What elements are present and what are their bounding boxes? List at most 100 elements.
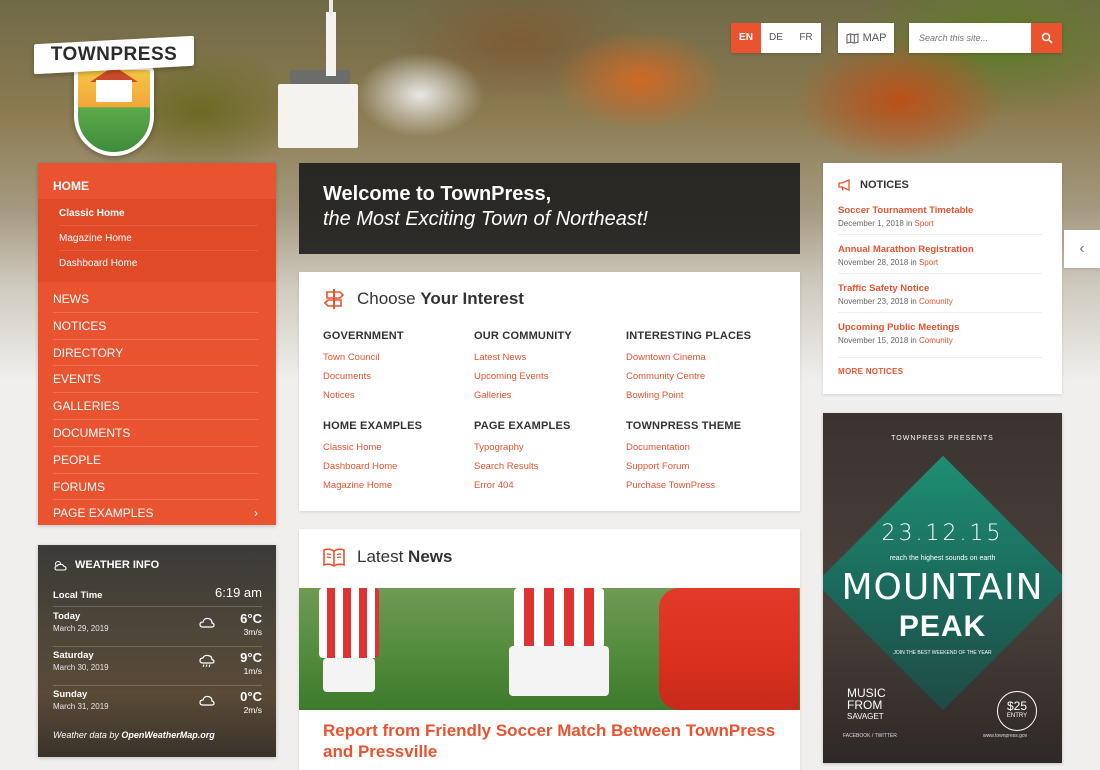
search-input[interactable] — [909, 23, 1031, 53]
weather-local-row: Local Time 6:19 am — [53, 585, 262, 607]
nav-item-galleries[interactable]: GALLERIES — [53, 393, 258, 420]
site-logo[interactable]: TOWNPRESS — [34, 22, 194, 156]
lang-de-button[interactable]: DE — [761, 23, 791, 53]
interest-link[interactable]: Town Council — [323, 348, 473, 367]
weather-day-row: Today March 29, 2019 6°C 3m/s — [53, 611, 262, 647]
nav-item-documents[interactable]: DOCUMENTS — [53, 420, 258, 447]
interest-link[interactable]: Classic Home — [323, 438, 473, 457]
news-heading: Latest News — [323, 547, 452, 567]
map-button[interactable]: MAP — [838, 23, 894, 53]
nav-item-home[interactable]: HOME — [38, 163, 276, 199]
interest-link[interactable]: Notices — [323, 386, 473, 405]
column-title: GOVERNMENT — [323, 330, 404, 342]
weather-temp: 0°C — [240, 689, 262, 704]
notice-title[interactable]: Upcoming Public Meetings — [838, 322, 1042, 333]
player-shorts — [509, 646, 609, 696]
notice-title[interactable]: Traffic Safety Notice — [838, 283, 1042, 294]
nav-item-events[interactable]: EVENTS — [53, 366, 258, 394]
language-switcher: EN DE FR — [731, 23, 821, 53]
weather-date: March 31, 2019 — [53, 702, 109, 711]
nav-item-directory[interactable]: DIRECTORY — [53, 340, 258, 367]
notice-category-link[interactable]: Sport — [919, 258, 938, 267]
main-navigation: HOME Classic Home Magazine Home Dashboar… — [38, 163, 276, 525]
event-poster[interactable]: TOWNPRESS PRESENTS 23.12.15 reach the hi… — [823, 413, 1062, 763]
column-title: HOME EXAMPLES — [323, 420, 423, 432]
interest-link[interactable]: Community Centre — [626, 367, 776, 386]
notice-category-link[interactable]: Comunity — [919, 297, 953, 306]
lang-en-button[interactable]: EN — [731, 23, 761, 53]
church-building — [278, 84, 358, 148]
sidebar-toggle-button[interactable]: ‹ — [1064, 230, 1100, 268]
column-title: TOWNPRESS THEME — [626, 420, 742, 432]
interest-link[interactable]: Bowling Point — [626, 386, 776, 405]
weather-source-link[interactable]: OpenWeatherMap.org — [121, 730, 214, 740]
search-button[interactable] — [1031, 23, 1062, 53]
interest-link[interactable]: Search Results — [474, 457, 624, 476]
sun-cloud-icon — [54, 560, 67, 571]
latest-news-panel: Latest News Report from Friendly Soccer … — [299, 529, 800, 770]
interest-link[interactable]: Downtown Cinema — [626, 348, 776, 367]
notices-title: NOTICES — [838, 179, 909, 191]
search-icon — [1041, 32, 1053, 44]
weather-title-text: WEATHER INFO — [75, 559, 160, 571]
more-notices-link[interactable]: MORE NOTICES — [838, 367, 903, 376]
nav-item-news[interactable]: NEWS — [53, 286, 258, 313]
nav-sub-classic-home[interactable]: Classic Home — [59, 201, 258, 226]
interest-heading-text: Choose Your Interest — [357, 289, 524, 308]
notice-title[interactable]: Annual Marathon Registration — [838, 244, 1042, 255]
notice-title[interactable]: Soccer Tournament Timetable — [838, 205, 1042, 216]
weather-footer-prefix: Weather data by — [53, 730, 122, 740]
interest-link[interactable]: Documents — [323, 367, 473, 386]
poster-date: 23.12.15 — [881, 521, 1004, 546]
column-title: OUR COMMUNITY — [474, 330, 572, 342]
nav-sub-dashboard-home[interactable]: Dashboard Home — [59, 251, 258, 276]
interest-link[interactable]: Error 404 — [474, 476, 624, 495]
weather-day-row: Sunday March 31, 2019 0°C 2m/s — [53, 689, 262, 725]
notice-meta: November 15, 2018 in Comunity — [838, 336, 953, 345]
interest-link[interactable]: Documentation — [626, 438, 776, 457]
map-icon — [846, 32, 859, 44]
local-time-value: 6:19 am — [215, 585, 262, 600]
player-shorts — [323, 658, 375, 692]
cloud-icon — [199, 695, 215, 706]
interest-link[interactable]: Purchase TownPress — [626, 476, 776, 495]
nav-item-people[interactable]: PEOPLE — [53, 447, 258, 474]
interest-link[interactable]: Typography — [474, 438, 624, 457]
church-steeple-tip — [329, 0, 333, 16]
nav-sub-magazine-home[interactable]: Magazine Home — [59, 226, 258, 251]
notice-meta: November 23, 2018 in Comunity — [838, 297, 953, 306]
weather-date: March 30, 2019 — [53, 663, 109, 672]
poster-title-2: PEAK — [898, 610, 987, 643]
notice-category-link[interactable]: Comunity — [919, 336, 953, 345]
news-article-title[interactable]: Report from Friendly Soccer Match Betwee… — [323, 720, 783, 762]
map-label: MAP — [862, 32, 887, 44]
interest-link[interactable]: Latest News — [474, 348, 624, 367]
nav-item-forums[interactable]: FORUMS — [53, 474, 258, 501]
interest-link[interactable]: Magazine Home — [323, 476, 473, 495]
chevron-right-icon: › — [254, 506, 258, 521]
notice-item: Upcoming Public Meetings November 15, 20… — [838, 322, 1042, 358]
news-article-image[interactable] — [299, 588, 800, 710]
notice-meta: December 1, 2018 in Sport — [838, 219, 934, 228]
interest-link[interactable]: Galleries — [474, 386, 624, 405]
poster-price-badge: $25 ENTRY — [997, 691, 1037, 731]
welcome-banner: Welcome to TownPress, the Most Exciting … — [299, 163, 800, 254]
book-icon — [323, 548, 345, 567]
megaphone-icon — [838, 179, 850, 191]
interest-column-government: GOVERNMENT Town Council Documents Notice… — [323, 330, 473, 405]
lang-fr-button[interactable]: FR — [791, 23, 821, 53]
chevron-left-icon: ‹ — [1079, 240, 1085, 257]
notice-category-link[interactable]: Sport — [915, 219, 934, 228]
weather-footer: Weather data by OpenWeatherMap.org — [53, 730, 215, 740]
poster-music: MUSIC FROM SAVAGET — [847, 686, 886, 721]
interest-link[interactable]: Dashboard Home — [323, 457, 473, 476]
nav-item-notices[interactable]: NOTICES — [53, 313, 258, 340]
poster-presents: TOWNPRESS PRESENTS — [891, 435, 994, 442]
weather-temp: 6°C — [240, 611, 262, 626]
weather-wind: 3m/s — [243, 627, 262, 637]
interest-link[interactable]: Upcoming Events — [474, 367, 624, 386]
interest-link[interactable]: Support Forum — [626, 457, 776, 476]
player-figure — [659, 588, 799, 710]
nav-item-page-examples[interactable]: PAGE EXAMPLES › — [53, 500, 258, 527]
nav-item-page-examples-label: PAGE EXAMPLES — [53, 506, 154, 521]
